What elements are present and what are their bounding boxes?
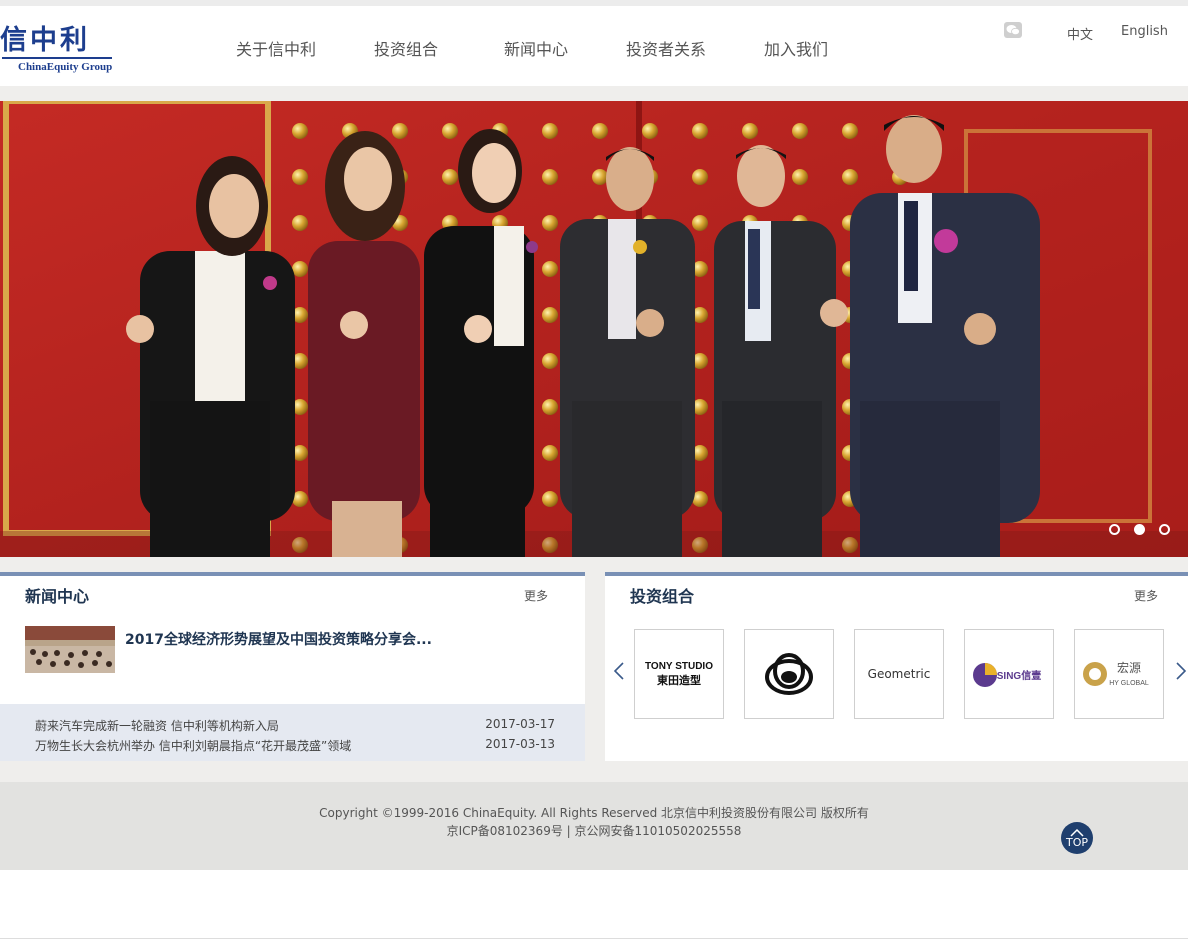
logo-underline <box>2 57 112 59</box>
portfolio-panel: 投资组合 更多 TONY STUDIO 東田造型 Geometric SING信… <box>605 572 1188 761</box>
news-item-title[interactable]: 蔚来汽车完成新一轮融资 信中利等机构新入局 <box>35 717 279 734</box>
door-stud <box>792 123 808 139</box>
door-stud <box>292 169 308 185</box>
nav-item-investor-relations[interactable]: 投资者关系 <box>626 36 706 60</box>
news-featured-headline[interactable]: 2017全球经济形势展望及中国投资策略分享会... <box>125 629 432 649</box>
icp-text[interactable]: 京ICP备08102369号 | 京公网安备11010502025558 <box>0 822 1188 839</box>
copyright-text: Copyright ©1999-2016 ChinaEquity. All Ri… <box>319 806 869 820</box>
door-stud <box>742 123 758 139</box>
portfolio-logo-tony-studio[interactable]: TONY STUDIO 東田造型 <box>634 629 724 719</box>
door-stud <box>692 169 708 185</box>
carousel-dot-1[interactable] <box>1108 524 1120 535</box>
portfolio-logo-ring[interactable] <box>744 629 834 719</box>
nav-item-about[interactable]: 关于信中利 <box>236 36 316 60</box>
lang-english[interactable]: English <box>1121 24 1168 39</box>
door-stud <box>592 123 608 139</box>
carousel-dots <box>1100 520 1170 539</box>
news-list-item: 蔚来汽车完成新一轮融资 信中利等机构新入局 2017-03-17 <box>35 717 555 737</box>
hero-banner <box>0 101 1188 557</box>
door-stud <box>442 169 458 185</box>
door-stud <box>292 123 308 139</box>
news-more-link[interactable]: 更多 <box>524 587 548 604</box>
door-stud <box>292 261 308 277</box>
door-stud <box>792 169 808 185</box>
door-stud <box>542 491 558 507</box>
logo-en-text: ChinaEquity Group <box>18 61 113 73</box>
carousel-dot-3[interactable] <box>1159 524 1170 535</box>
door-stud <box>542 261 558 277</box>
news-item-title[interactable]: 万物生长大会杭州举办 信中利刘朝晨指点“花开最茂盛”领域 <box>35 737 351 754</box>
svg-text:HY GLOBAL: HY GLOBAL <box>1109 680 1149 687</box>
door-stud <box>392 123 408 139</box>
carousel-dot-2[interactable] <box>1133 524 1145 535</box>
svg-text:東田造型: 東田造型 <box>657 673 701 687</box>
news-panel: 新闻中心 更多 2017全球经济形势展望及中国投资策略分享会... 蔚来汽车完成… <box>0 572 585 761</box>
portfolio-more-link[interactable]: 更多 <box>1134 587 1158 604</box>
portfolio-logo-geometric[interactable]: Geometric <box>854 629 944 719</box>
door-stud <box>542 445 558 461</box>
door-stud <box>842 123 858 139</box>
door-stud <box>592 169 608 185</box>
page-bottom-rule <box>0 938 1188 939</box>
news-panel-title: 新闻中心 <box>25 587 90 606</box>
nav-item-join-us[interactable]: 加入我们 <box>764 36 828 60</box>
door-stud <box>542 399 558 415</box>
door-stud <box>542 123 558 139</box>
chevron-left-icon[interactable] <box>613 661 625 686</box>
news-list: 蔚来汽车完成新一轮融资 信中利等机构新入局 2017-03-17 万物生长大会杭… <box>0 704 585 761</box>
site-footer: Copyright ©1999-2016 ChinaEquity. All Ri… <box>0 782 1188 870</box>
svg-text:SING信壹: SING信壹 <box>997 669 1041 682</box>
door-stud <box>292 215 308 231</box>
svg-text:宏源: 宏源 <box>1117 660 1141 675</box>
news-featured-thumbnail[interactable] <box>25 626 115 673</box>
wechat-icon[interactable] <box>1004 22 1022 38</box>
door-stud <box>542 353 558 369</box>
door-stud <box>442 123 458 139</box>
news-list-item: 万物生长大会杭州举办 信中利刘朝晨指点“花开最茂盛”领域 2017-03-13 <box>35 737 555 757</box>
portfolio-logo-hongyuan[interactable]: 宏源 HY GLOBAL <box>1074 629 1164 719</box>
lang-chinese[interactable]: 中文 <box>1067 24 1093 43</box>
door-stud <box>542 307 558 323</box>
news-item-date: 2017-03-17 <box>485 717 555 731</box>
nav-item-news[interactable]: 新闻中心 <box>504 36 568 60</box>
svg-text:Geometric: Geometric <box>868 667 931 681</box>
door-stud <box>542 215 558 231</box>
brand-logo[interactable]: 信中利 ChinaEquity Group <box>0 26 115 78</box>
logo-cn-text: 信中利 <box>0 25 90 56</box>
header-divider-band <box>0 86 1188 101</box>
portfolio-panel-title: 投资组合 <box>630 587 695 606</box>
back-to-top-button[interactable]: TOP <box>1061 822 1093 854</box>
news-item-date: 2017-03-13 <box>485 737 555 751</box>
door-stud <box>692 215 708 231</box>
banner-photo <box>0 101 1188 557</box>
door-stud <box>542 169 558 185</box>
door-stud <box>642 123 658 139</box>
svg-text:TONY STUDIO: TONY STUDIO <box>645 661 713 672</box>
site-header: 信中利 ChinaEquity Group 关于信中利 投资组合 新闻中心 投资… <box>0 0 1188 86</box>
back-to-top-label: TOP <box>1065 836 1088 849</box>
nav-item-portfolio[interactable]: 投资组合 <box>374 36 438 60</box>
door-stud <box>842 169 858 185</box>
portfolio-logo-sing[interactable]: SING信壹 <box>964 629 1054 719</box>
chevron-right-icon[interactable] <box>1175 661 1187 686</box>
door-stud <box>692 123 708 139</box>
